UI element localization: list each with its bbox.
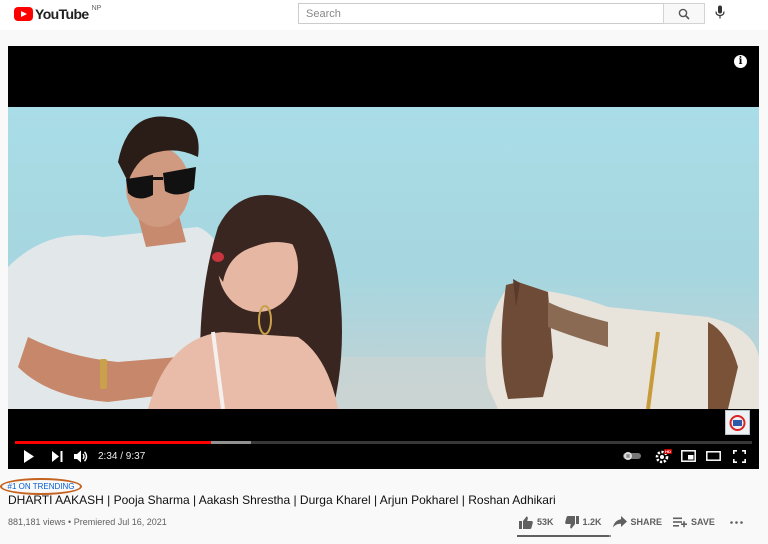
like-button[interactable]: 53K: [519, 516, 554, 529]
save-button[interactable]: SAVE: [673, 517, 715, 528]
voice-search-button[interactable]: [712, 5, 728, 23]
youtube-play-logo-icon: [14, 7, 33, 21]
video-actions: 53K 1.2K SHARE SAVE: [519, 513, 743, 531]
search-icon: [678, 8, 690, 20]
theater-icon: [705, 451, 721, 461]
fullscreen-button[interactable]: [730, 447, 748, 465]
volume-icon: [73, 450, 87, 462]
video-meta: 881,181 views • Premiered Jul 16, 2021: [8, 517, 167, 527]
dislike-count: 1.2K: [582, 517, 602, 527]
play-icon: [24, 449, 34, 463]
mute-button[interactable]: [72, 447, 90, 465]
theater-mode-button[interactable]: [704, 447, 722, 465]
logo-text: YouTube: [35, 6, 89, 22]
like-count: 53K: [537, 517, 554, 527]
search-box[interactable]: [298, 3, 664, 24]
settings-icon: HD: [655, 448, 672, 463]
autoplay-toggle-icon: [623, 452, 641, 460]
player-controls: 2:34 / 9:37 HD: [8, 444, 759, 469]
thumbs-up-icon: [519, 516, 533, 529]
video-player[interactable]: i 2:34 / 9:37 HD: [8, 46, 759, 469]
masthead: YouTube NP: [0, 0, 768, 30]
miniplayer-button[interactable]: [679, 447, 697, 465]
share-icon: [612, 516, 627, 528]
search-input[interactable]: [299, 4, 663, 24]
trending-badge[interactable]: #1 ON TRENDING: [8, 482, 75, 491]
dislike-button[interactable]: 1.2K: [564, 515, 602, 529]
thumbs-down-icon: [564, 515, 579, 528]
time-display: 2:34 / 9:37: [98, 451, 146, 462]
fullscreen-icon: [732, 449, 746, 463]
sentiment-bar-likes: [517, 535, 609, 537]
sentiment-bar: [517, 535, 611, 537]
video-title: DHARTI AAKASH | Pooja Sharma | Aakash Sh…: [8, 493, 556, 507]
youtube-logo[interactable]: YouTube NP: [14, 5, 102, 22]
mic-icon: [715, 5, 725, 19]
video-still-image: [8, 116, 759, 409]
autoplay-toggle[interactable]: [621, 447, 643, 465]
search-button[interactable]: [663, 3, 705, 24]
save-icon: [673, 517, 688, 527]
next-icon: [51, 450, 62, 462]
video-frame[interactable]: [8, 107, 759, 409]
share-button[interactable]: SHARE: [612, 516, 663, 528]
next-button[interactable]: [49, 447, 65, 465]
save-label: SAVE: [691, 517, 715, 527]
settings-button[interactable]: HD: [653, 447, 673, 465]
play-button[interactable]: [20, 447, 38, 465]
more-actions-button[interactable]: [730, 520, 743, 524]
country-code: NP: [91, 5, 102, 12]
info-icon[interactable]: i: [734, 55, 747, 68]
channel-watermark-logo: [729, 415, 746, 431]
hd-badge: HD: [665, 449, 671, 454]
more-icon: [730, 520, 743, 524]
channel-watermark[interactable]: [725, 410, 750, 435]
miniplayer-icon: [680, 450, 696, 462]
share-label: SHARE: [630, 517, 663, 527]
